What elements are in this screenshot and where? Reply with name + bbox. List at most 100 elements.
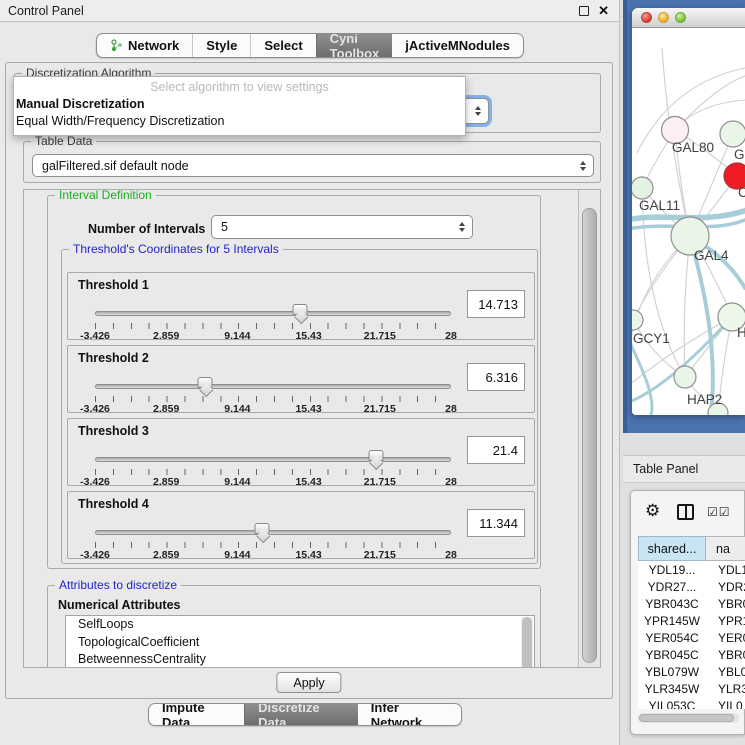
column-header-name[interactable]: na: [706, 536, 745, 561]
tick-label: 21.715: [364, 330, 396, 342]
tab-impute-data[interactable]: Impute Data: [149, 704, 244, 725]
column-header-shared-name[interactable]: shared...: [638, 536, 706, 561]
threshold-2-panel: Threshold 2 -3.4262.8599.14415.4321.7152…: [67, 345, 535, 413]
slider-track: [95, 311, 451, 316]
columns-icon[interactable]: [677, 504, 694, 520]
threshold-2-label: Threshold 2: [78, 351, 149, 365]
table-data-group: Table Data galFiltered.sif default node: [23, 141, 601, 183]
threshold-3-handle[interactable]: [369, 450, 384, 461]
tick-label: 2.859: [153, 549, 179, 561]
tab-cyni-toolbox[interactable]: Cyni Toolbox: [316, 34, 393, 57]
threshold-3-label: Threshold 3: [78, 424, 149, 438]
table-row[interactable]: YPR145W YPR1: [638, 612, 745, 629]
table-data-value: galFiltered.sif default node: [42, 159, 189, 173]
slider-track: [95, 384, 451, 389]
group-title: Table Data: [31, 134, 96, 148]
algorithm-option[interactable]: Equal Width/Frequency Discretization: [14, 113, 465, 130]
tab-network[interactable]: Network: [97, 34, 192, 57]
list-scrollbar[interactable]: [521, 617, 533, 668]
threshold-1-slider[interactable]: -3.4262.8599.14415.4321.71528: [95, 303, 451, 339]
table-row[interactable]: YDL19... YDL1: [638, 561, 745, 578]
network-view-window: GAL80 G. C GAL11 GAL4 GCY1 H HAP2: [632, 8, 745, 415]
combo-arrows-icon: [475, 106, 481, 116]
tab-style[interactable]: Style: [192, 34, 250, 57]
table-data-combobox[interactable]: galFiltered.sif default node: [32, 154, 594, 177]
tick-label: 28: [445, 549, 457, 561]
minimize-traffic-light[interactable]: [658, 12, 669, 23]
table-row[interactable]: YLR345W YLR3: [638, 680, 745, 697]
node-label-gal4: GAL4: [694, 248, 729, 263]
table-body: YDL19... YDL1 YDR27... YDR2 YBR043C YBR0…: [638, 561, 745, 709]
zoom-traffic-light[interactable]: [675, 12, 686, 23]
threshold-1-value[interactable]: [467, 290, 525, 318]
threshold-1-handle[interactable]: [293, 304, 308, 315]
table-row[interactable]: YBR045C YBR0: [638, 646, 745, 663]
horizontal-scrollbar[interactable]: [638, 713, 739, 723]
algorithm-option[interactable]: Manual Discretization: [14, 96, 465, 113]
table-row[interactable]: YDR27... YDR2: [638, 578, 745, 595]
list-item[interactable]: SelfLoops: [66, 616, 534, 634]
group-title: Interval Definition: [55, 189, 156, 202]
float-window-icon[interactable]: [579, 6, 589, 16]
slider-ticks: [95, 396, 453, 402]
threshold-2-handle[interactable]: [198, 377, 213, 388]
table-row[interactable]: YIL053C YIL0: [638, 697, 745, 709]
control-panel: Control Panel ✕ Network Style Select Cyn: [0, 0, 620, 745]
list-item[interactable]: TopologicalCoefficient: [66, 634, 534, 652]
tab-infer-network[interactable]: Infer Network: [358, 704, 461, 725]
threshold-2-value[interactable]: [467, 363, 525, 391]
table-panel-titlebar: Table Panel: [623, 455, 745, 483]
tab-jactivemnodules[interactable]: jActiveMNodules: [392, 34, 523, 57]
table-panel-window: ⚙ ☑☑ shared... na YDL19... YDL1 YDR27...…: [630, 490, 745, 735]
thresholds-group: Threshold's Coordinates for 5 Intervals …: [61, 249, 538, 564]
gear-icon[interactable]: ⚙: [645, 502, 660, 519]
dropdown-placeholder: Select algorithm to view settings: [14, 77, 465, 96]
vertical-scrollbar[interactable]: [578, 190, 600, 667]
slider-ticks: [95, 542, 453, 548]
panel-title: Control Panel: [8, 4, 84, 18]
apply-button[interactable]: Apply: [276, 672, 341, 693]
tab-select[interactable]: Select: [250, 34, 315, 57]
tick-label: 9.144: [224, 476, 250, 488]
threshold-3-slider[interactable]: -3.4262.8599.14415.4321.71528: [95, 449, 451, 485]
threshold-2-slider[interactable]: -3.4262.8599.14415.4321.71528: [95, 376, 451, 412]
table-header: shared... na: [638, 536, 745, 561]
bottom-tab-bar: Impute Data Discretize Data Infer Networ…: [148, 703, 462, 726]
table-row[interactable]: YBR043C YBR0: [638, 595, 745, 612]
close-traffic-light[interactable]: [641, 12, 652, 23]
table-toolbar: ⚙ ☑☑: [631, 491, 744, 535]
checkboxes-icon[interactable]: ☑☑: [707, 505, 731, 519]
combo-arrows-icon: [580, 161, 586, 171]
threshold-4-value[interactable]: [467, 509, 525, 537]
node-label-partial-c: C: [738, 185, 745, 200]
threshold-4-slider[interactable]: -3.4262.8599.14415.4321.71528: [95, 522, 451, 558]
node-label-gal11: GAL11: [639, 198, 680, 213]
slider-track: [95, 530, 451, 535]
network-canvas[interactable]: GAL80 G. C GAL11 GAL4 GCY1 H HAP2: [632, 28, 745, 415]
numerical-attributes-list[interactable]: SelfLoopsTopologicalCoefficientBetweenne…: [65, 615, 535, 668]
num-intervals-combobox[interactable]: 5: [211, 215, 473, 239]
tab-discretize-data[interactable]: Discretize Data: [244, 704, 358, 725]
tick-label: 15.43: [295, 403, 321, 415]
threshold-4-handle[interactable]: [255, 523, 270, 534]
network-window-titlebar: [632, 8, 745, 28]
tick-label: 28: [445, 330, 457, 342]
slider-tick-labels: -3.4262.8599.14415.4321.71528: [95, 476, 451, 488]
slider-tick-labels: -3.4262.8599.14415.4321.71528: [95, 403, 451, 415]
table-row[interactable]: YER054C YER0: [638, 629, 745, 646]
network-graph: [632, 28, 745, 415]
num-intervals-value: 5: [221, 220, 228, 234]
tick-label: 9.144: [224, 330, 250, 342]
tick-label: 21.715: [364, 403, 396, 415]
top-tab-bar: Network Style Select Cyni Toolbox jActiv…: [96, 33, 524, 58]
close-icon[interactable]: ✕: [598, 4, 609, 17]
table-row[interactable]: YBL079W YBL0: [638, 663, 745, 680]
slider-track: [95, 457, 451, 462]
screen: Control Panel ✕ Network Style Select Cyn: [0, 0, 745, 745]
node-label-gcy1: GCY1: [633, 331, 670, 346]
numerical-attributes-label: Numerical Attributes: [58, 598, 180, 612]
list-item[interactable]: BetweennessCentrality: [66, 651, 534, 668]
tick-label: -3.426: [80, 549, 110, 561]
network-icon: [110, 39, 123, 52]
threshold-3-value[interactable]: [467, 436, 525, 464]
